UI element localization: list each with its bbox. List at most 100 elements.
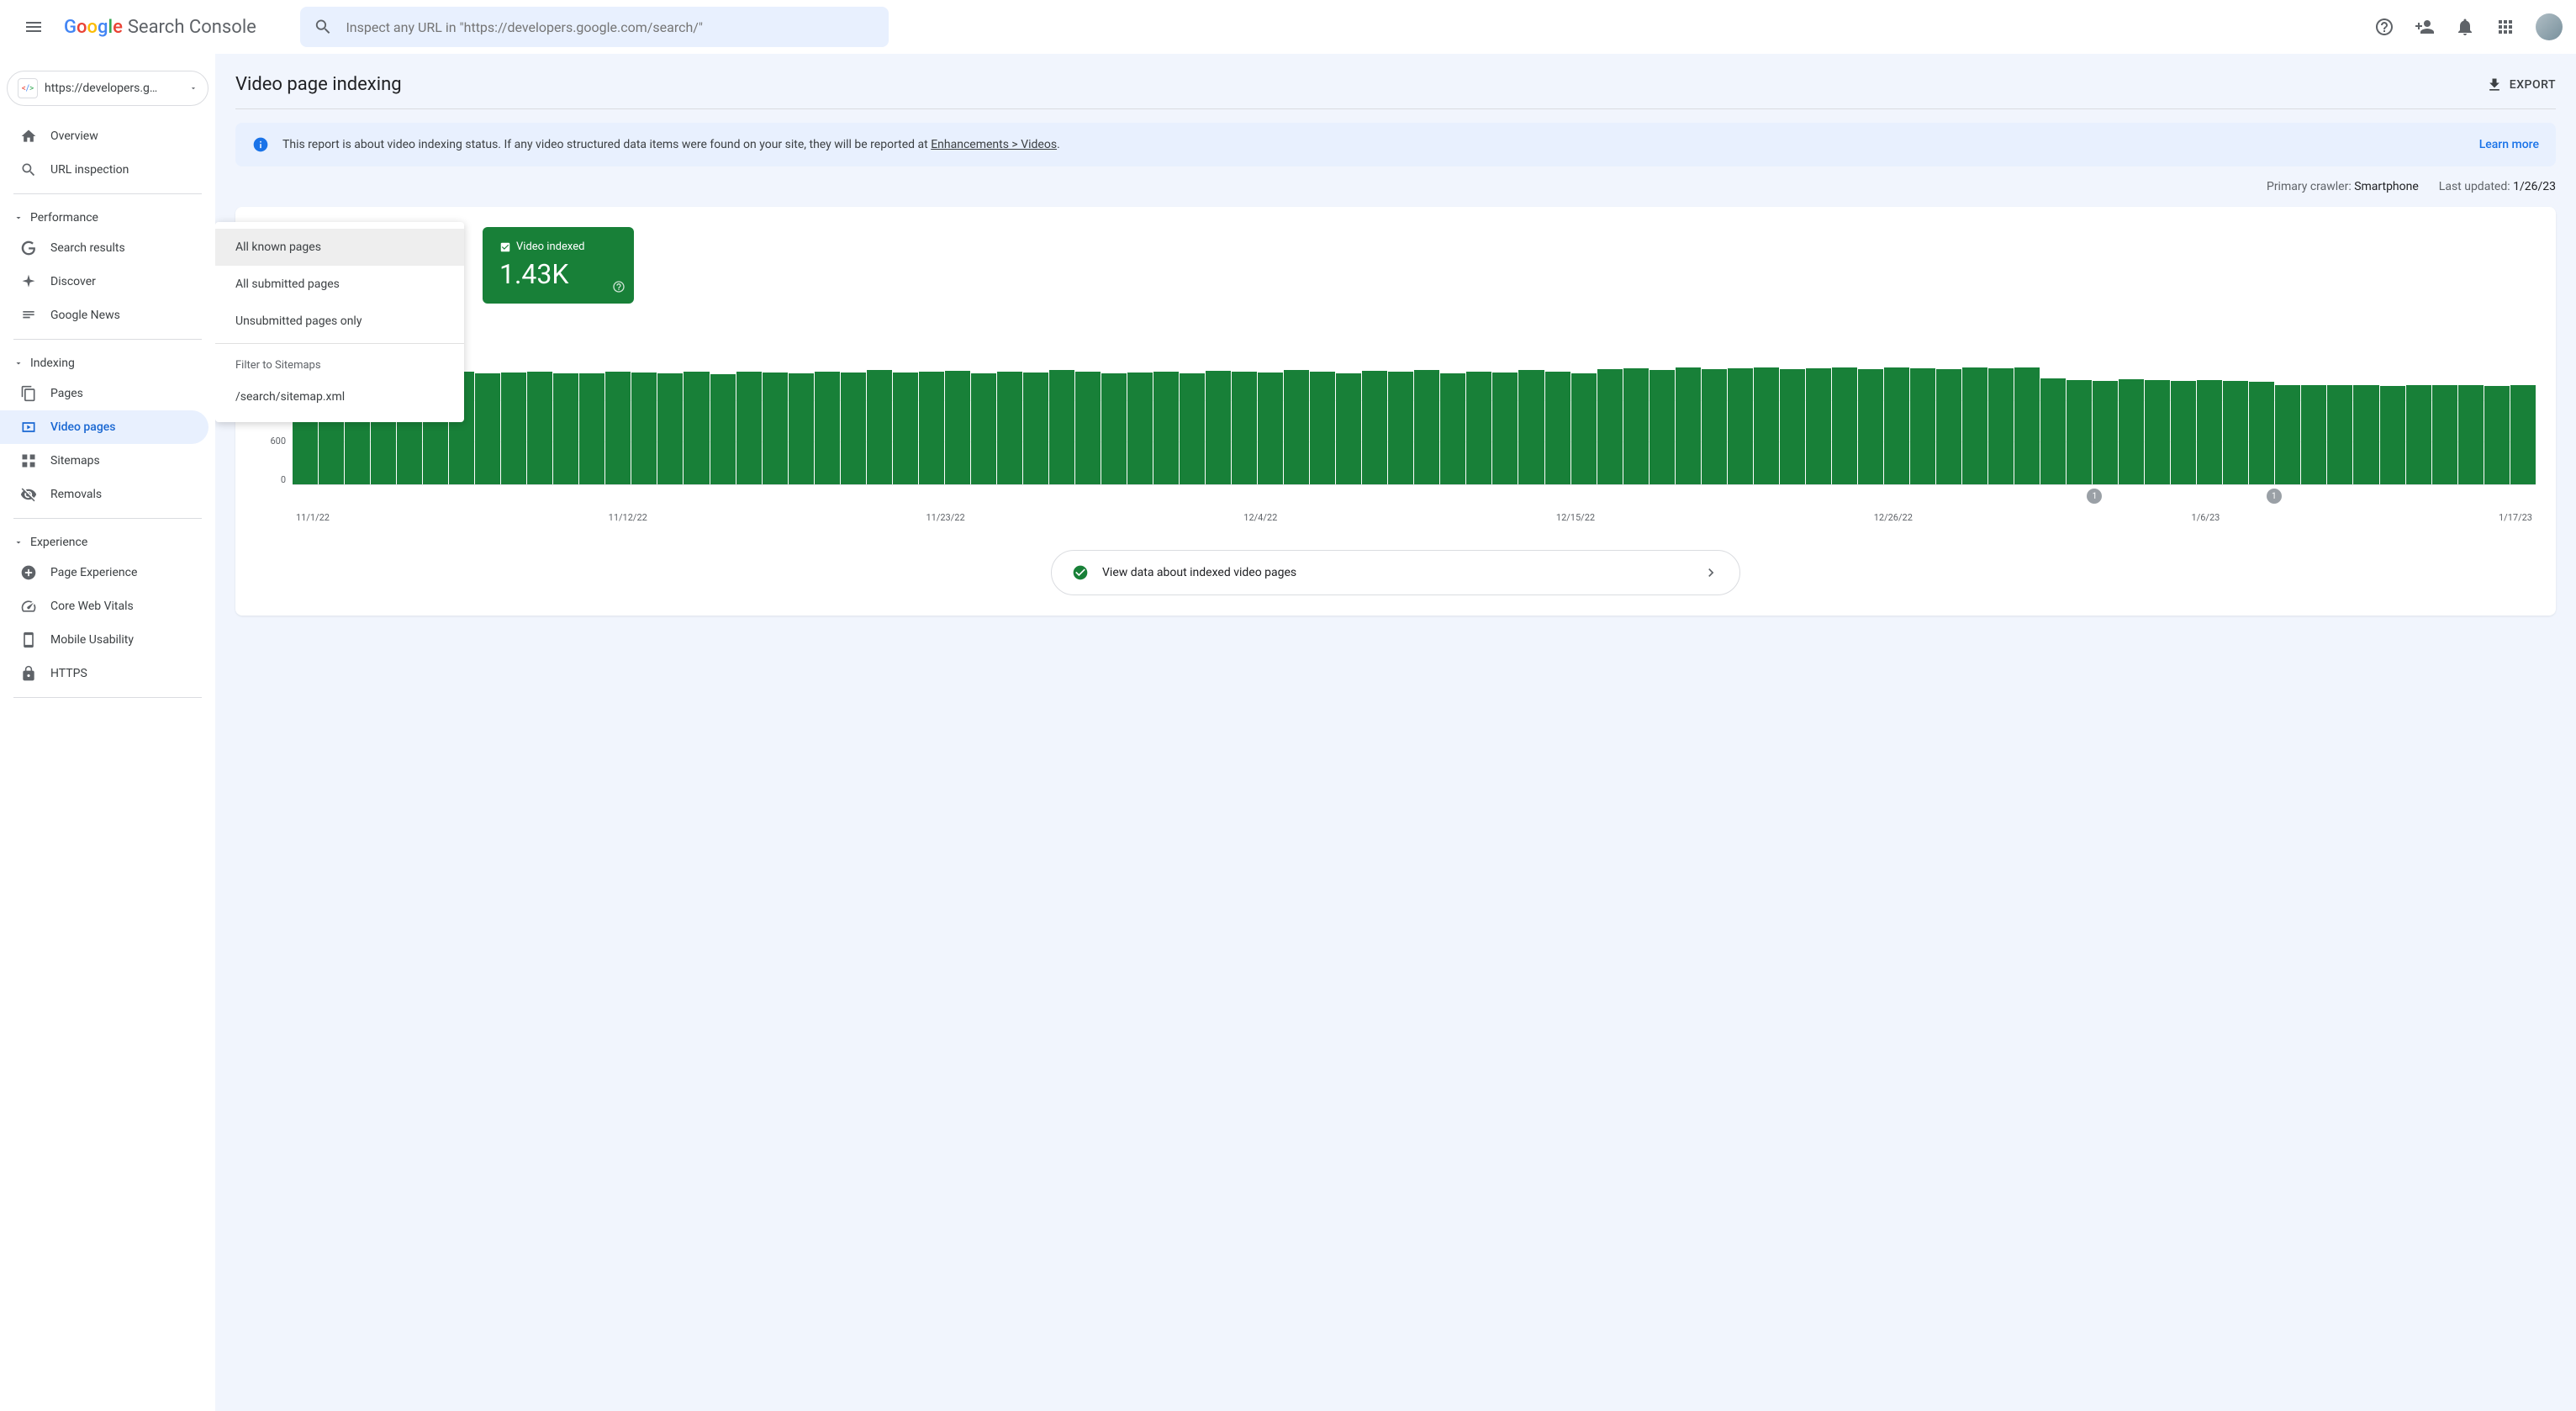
- chart-bar[interactable]: [2014, 367, 2040, 484]
- chart-bar[interactable]: [1101, 373, 1127, 484]
- menu-button[interactable]: [13, 7, 54, 47]
- chart-bar[interactable]: [1180, 373, 1205, 484]
- section-performance[interactable]: Performance: [0, 201, 215, 231]
- chart-bar[interactable]: [501, 373, 526, 484]
- chart-bar[interactable]: [605, 372, 631, 484]
- url-inspect-search[interactable]: [300, 7, 889, 47]
- chart-bar[interactable]: [1884, 367, 1909, 484]
- chart-bar[interactable]: [1832, 367, 1857, 484]
- chart-bar[interactable]: [1310, 372, 1335, 484]
- chart-marker[interactable]: 1: [2087, 489, 2102, 504]
- chart-bar[interactable]: [2458, 385, 2484, 484]
- filter-all-known[interactable]: All known pages: [215, 229, 464, 266]
- nav-page-experience[interactable]: Page Experience: [0, 556, 209, 589]
- learn-more-link[interactable]: Learn more: [2479, 138, 2539, 151]
- chart-bar[interactable]: [1075, 372, 1101, 484]
- nav-pages[interactable]: Pages: [0, 377, 209, 410]
- chart-bar[interactable]: [1206, 371, 1231, 484]
- chart-bar[interactable]: [2353, 385, 2378, 484]
- chart-bar[interactable]: [763, 373, 788, 484]
- chart-bar[interactable]: [1910, 368, 1935, 484]
- chart-bar[interactable]: [971, 373, 996, 484]
- chart-bar[interactable]: [2301, 385, 2326, 484]
- chart-bar[interactable]: [1466, 372, 1491, 484]
- chart-bar[interactable]: [2145, 380, 2170, 484]
- nav-removals[interactable]: Removals: [0, 478, 209, 511]
- user-avatar[interactable]: [2536, 13, 2563, 40]
- chart-bar[interactable]: [1388, 372, 1413, 484]
- chart-bar[interactable]: [2223, 381, 2248, 484]
- chart-bar[interactable]: [1962, 367, 1987, 484]
- chart-bar[interactable]: [2171, 381, 2196, 484]
- chart-bar[interactable]: [710, 374, 736, 484]
- chart-bar[interactable]: [2432, 385, 2457, 484]
- apps-button[interactable]: [2489, 10, 2522, 44]
- nav-core-web-vitals[interactable]: Core Web Vitals: [0, 589, 209, 623]
- property-selector[interactable]: </> https://developers.g…: [7, 71, 209, 106]
- chart-bar[interactable]: [1492, 373, 1518, 484]
- chart-bar[interactable]: [657, 373, 683, 484]
- nav-video-pages[interactable]: Video pages: [0, 410, 209, 444]
- chart-bar[interactable]: [684, 372, 709, 484]
- nav-url-inspection[interactable]: URL inspection: [0, 153, 209, 187]
- chart-bar[interactable]: [1806, 368, 1831, 484]
- chart-bar[interactable]: [867, 370, 892, 484]
- chart-bar[interactable]: [945, 371, 970, 484]
- chart-bar[interactable]: [919, 372, 944, 484]
- chart-bar[interactable]: [1597, 369, 1623, 484]
- chart-bar[interactable]: [2040, 378, 2066, 484]
- metric-help-button[interactable]: [612, 280, 626, 297]
- chart-bar[interactable]: [1336, 373, 1361, 484]
- chart-bar[interactable]: [1414, 370, 1439, 484]
- nav-discover[interactable]: Discover: [0, 265, 209, 299]
- enhancements-link[interactable]: Enhancements > Videos: [931, 138, 1057, 151]
- nav-sitemaps[interactable]: Sitemaps: [0, 444, 209, 478]
- chart-bar[interactable]: [1728, 368, 1753, 484]
- section-indexing[interactable]: Indexing: [0, 346, 215, 377]
- chart-bar[interactable]: [2484, 386, 2510, 484]
- chart-bar[interactable]: [1258, 373, 1283, 484]
- chart-bar[interactable]: [1988, 368, 2014, 484]
- chart-bar[interactable]: [841, 373, 866, 484]
- chart-bar[interactable]: [1153, 372, 1179, 484]
- chart-marker[interactable]: 1: [2267, 489, 2282, 504]
- chart-bar[interactable]: [1858, 369, 1883, 484]
- chart-bar[interactable]: [2327, 385, 2352, 484]
- search-input[interactable]: [346, 19, 874, 35]
- add-user-button[interactable]: [2408, 10, 2441, 44]
- chart-bar[interactable]: [1780, 369, 1805, 484]
- nav-mobile-usability[interactable]: Mobile Usability: [0, 623, 209, 657]
- nav-google-news[interactable]: Google News: [0, 299, 209, 332]
- chart-bar[interactable]: [527, 372, 552, 484]
- filter-sitemap-item[interactable]: /search/sitemap.xml: [215, 378, 464, 415]
- nav-overview[interactable]: Overview: [0, 119, 209, 153]
- filter-unsubmitted-only[interactable]: Unsubmitted pages only: [215, 303, 464, 340]
- chart-bar[interactable]: [893, 373, 918, 484]
- chart-bar[interactable]: [579, 373, 604, 484]
- chart-bar[interactable]: [2510, 385, 2536, 484]
- chart-bar[interactable]: [1232, 372, 1257, 484]
- chart-bar[interactable]: [997, 372, 1022, 484]
- chart-bar[interactable]: [1650, 370, 1675, 484]
- chart-bar[interactable]: [1127, 373, 1153, 484]
- chart-bar[interactable]: [1362, 371, 1387, 484]
- chart-bar[interactable]: [736, 372, 762, 484]
- metric-video-indexed[interactable]: Video indexed 1.43K: [483, 227, 634, 304]
- chart-bar[interactable]: [1936, 369, 1961, 484]
- nav-search-results[interactable]: Search results: [0, 231, 209, 265]
- chart-bar[interactable]: [1049, 370, 1074, 484]
- chart-bar[interactable]: [2406, 385, 2431, 484]
- chart-bar[interactable]: [1702, 369, 1727, 484]
- chart-bar[interactable]: [2093, 381, 2118, 484]
- chart-bar[interactable]: [1284, 370, 1309, 484]
- chart-bar[interactable]: [1518, 370, 1544, 484]
- chart-bar[interactable]: [1023, 373, 1048, 484]
- product-logo[interactable]: Google Search Console: [64, 17, 256, 38]
- view-indexed-data-button[interactable]: View data about indexed video pages: [1051, 550, 1740, 595]
- chart-bar[interactable]: [1440, 373, 1465, 484]
- chart-bar[interactable]: [2067, 380, 2092, 484]
- chart-plot[interactable]: [293, 359, 2536, 485]
- section-experience[interactable]: Experience: [0, 526, 215, 556]
- chart-bar[interactable]: [631, 373, 657, 484]
- notifications-button[interactable]: [2448, 10, 2482, 44]
